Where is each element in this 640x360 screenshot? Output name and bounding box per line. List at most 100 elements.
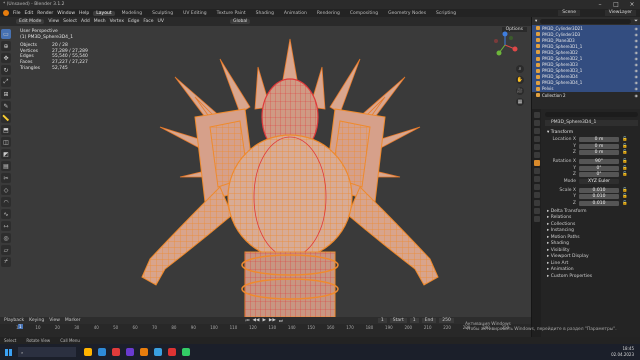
eye-visibility-icon[interactable]: ◉ [635, 32, 639, 37]
scale-x-field[interactable]: 0.010 [579, 187, 619, 193]
cursor-tool-icon[interactable]: ⊕ [1, 41, 11, 51]
tl-menu-playback[interactable]: Playback [4, 318, 24, 323]
shrink-fatten-tool-icon[interactable]: ◎ [1, 233, 11, 243]
tab-geometry-nodes[interactable]: Geometry Nodes [385, 11, 429, 16]
properties-editor[interactable]: PM3D_Sphere3D4_1 ▾ Transform Location X0… [532, 109, 640, 337]
constraints-tab-icon[interactable] [533, 192, 540, 198]
eye-visibility-icon[interactable]: ◉ [635, 86, 639, 91]
menu-file[interactable]: File [13, 11, 21, 16]
outliner[interactable]: ▾ ⏷ PM3D_Cylinder3D21 ◉ PM3D_Cylinder3D3 ◉ P… [532, 17, 640, 109]
modifiers-tab-icon[interactable] [533, 168, 540, 174]
app-icon[interactable] [126, 348, 134, 356]
navigation-gizmo[interactable] [491, 31, 519, 59]
eye-visibility-icon[interactable]: ◉ [635, 62, 639, 67]
particles-tab-icon[interactable] [533, 176, 540, 182]
loop-cut-tool-icon[interactable]: ▤ [1, 161, 11, 171]
vp-menu-add[interactable]: Add [81, 19, 90, 24]
tab-texture-paint[interactable]: Texture Paint [214, 11, 249, 16]
prev-key-icon[interactable]: ◀◀ [253, 318, 260, 324]
lock-icon[interactable]: 🔓 [622, 159, 628, 164]
physics-tab-icon[interactable] [533, 184, 540, 190]
lock-icon[interactable]: 🔓 [622, 150, 628, 155]
tl-menu-view[interactable]: View [49, 318, 60, 323]
filter-icon[interactable]: ▾ [535, 19, 537, 24]
timeline-ruler[interactable]: 1 1 10 20 30 40 50 60 70 80 90 100 110 120 130 140 150 1… [4, 324, 527, 332]
texture-tab-icon[interactable] [533, 216, 540, 222]
mesh-model[interactable] [120, 37, 460, 317]
lock-icon[interactable]: 🔓 [622, 137, 628, 142]
eye-visibility-icon[interactable]: ◉ [635, 44, 639, 49]
vp-menu-vertex[interactable]: Vertex [110, 19, 124, 24]
scene-tab-icon[interactable] [533, 144, 540, 150]
edge-slide-tool-icon[interactable]: ⇿ [1, 221, 11, 231]
tab-shading[interactable]: Shading [253, 11, 277, 16]
extrude-tool-icon[interactable]: ⬒ [1, 125, 11, 135]
inset-tool-icon[interactable]: ◫ [1, 137, 11, 147]
output-tab-icon[interactable] [533, 128, 540, 134]
smooth-tool-icon[interactable]: ∿ [1, 209, 11, 219]
3d-viewport[interactable]: Edit Mode View Select Add Mesh Vertex Ed… [0, 17, 531, 317]
app-icon[interactable] [182, 348, 190, 356]
panel-section[interactable]: ▸ Custom Properties [545, 274, 638, 281]
poly-build-tool-icon[interactable]: ◇ [1, 185, 11, 195]
scene-selector[interactable]: Scene [558, 10, 580, 16]
eye-visibility-icon[interactable]: ◉ [635, 38, 639, 43]
lock-icon[interactable]: 🔓 [622, 166, 628, 171]
rotation-mode-dropdown[interactable]: XYZ Euler [579, 178, 619, 184]
menu-window[interactable]: Window [57, 11, 75, 16]
vp-menu-uv[interactable]: UV [158, 19, 164, 24]
yandex-browser-icon[interactable] [112, 348, 120, 356]
pan-hand-icon[interactable]: ✋ [516, 76, 524, 84]
scale-tool-icon[interactable]: ⤢ [1, 77, 11, 87]
system-tray-clock[interactable]: 18:45 02.04.2023 [611, 346, 634, 357]
tl-menu-keying[interactable]: Keying [29, 318, 44, 323]
vp-menu-face[interactable]: Face [143, 19, 153, 24]
jump-start-icon[interactable]: ⏮ [245, 318, 249, 324]
tab-compositing[interactable]: Compositing [347, 11, 381, 16]
vp-menu-select[interactable]: Select [63, 19, 77, 24]
rip-tool-icon[interactable]: ⌿ [1, 257, 11, 267]
vp-menu-mesh[interactable]: Mesh [94, 19, 106, 24]
camera-view-icon[interactable]: 🎥 [516, 87, 524, 95]
tab-scripting[interactable]: Scripting [433, 11, 459, 16]
start-frame-field[interactable]: 1 [409, 318, 419, 323]
eye-visibility-icon[interactable]: ◉ [635, 93, 639, 98]
vp-menu-edge[interactable]: Edge [128, 19, 139, 24]
vp-menu-view[interactable]: View [48, 19, 59, 24]
blender-logo-icon[interactable] [3, 10, 9, 16]
edge-browser-icon[interactable] [98, 348, 106, 356]
tool-tab-icon[interactable] [533, 112, 540, 118]
tab-sculpting[interactable]: Sculpting [149, 11, 176, 16]
eye-visibility-icon[interactable]: ◉ [635, 26, 639, 31]
close-button[interactable]: × [624, 0, 640, 9]
shear-tool-icon[interactable]: ▱ [1, 245, 11, 255]
menu-render[interactable]: Render [37, 11, 53, 16]
funnel-icon[interactable]: ⏷ [634, 18, 638, 24]
timeline-editor[interactable]: Playback Keying View Marker ⏮ ◀◀ ▶ ▶▶ ⏭ … [0, 317, 531, 337]
eye-visibility-icon[interactable]: ◉ [635, 74, 639, 79]
scale-z-field[interactable]: 0.010 [579, 200, 619, 206]
object-tab-icon[interactable] [533, 160, 540, 166]
location-x-field[interactable]: 0 m [579, 137, 619, 142]
file-explorer-icon[interactable] [84, 348, 92, 356]
eye-visibility-icon[interactable]: ◉ [635, 56, 639, 61]
blender-taskbar-icon[interactable] [140, 348, 148, 356]
lock-icon[interactable]: 🔓 [622, 172, 628, 177]
tab-rendering[interactable]: Rendering [314, 11, 343, 16]
select-box-tool-icon[interactable]: ▭ [1, 29, 11, 39]
rotation-x-field[interactable]: 90° [579, 159, 619, 164]
play-icon[interactable]: ▶ [262, 318, 265, 324]
app-icon[interactable] [168, 348, 176, 356]
mode-dropdown[interactable]: Edit Mode [16, 19, 45, 24]
move-tool-icon[interactable]: ✥ [1, 53, 11, 63]
maximize-button[interactable]: □ [608, 0, 624, 9]
lock-icon[interactable]: 🔓 [622, 188, 628, 193]
jump-end-icon[interactable]: ⏭ [279, 318, 283, 324]
grid-perspective-icon[interactable]: ▦ [516, 98, 524, 106]
outliner-item[interactable]: Collection 2 ◉ [532, 92, 640, 98]
outliner-search[interactable] [540, 18, 632, 24]
transform-orientation-dropdown[interactable]: Global [230, 19, 251, 24]
rotate-tool-icon[interactable]: ↻ [1, 65, 11, 75]
next-key-icon[interactable]: ▶▶ [269, 318, 276, 324]
lock-icon[interactable]: 🔓 [622, 201, 628, 206]
